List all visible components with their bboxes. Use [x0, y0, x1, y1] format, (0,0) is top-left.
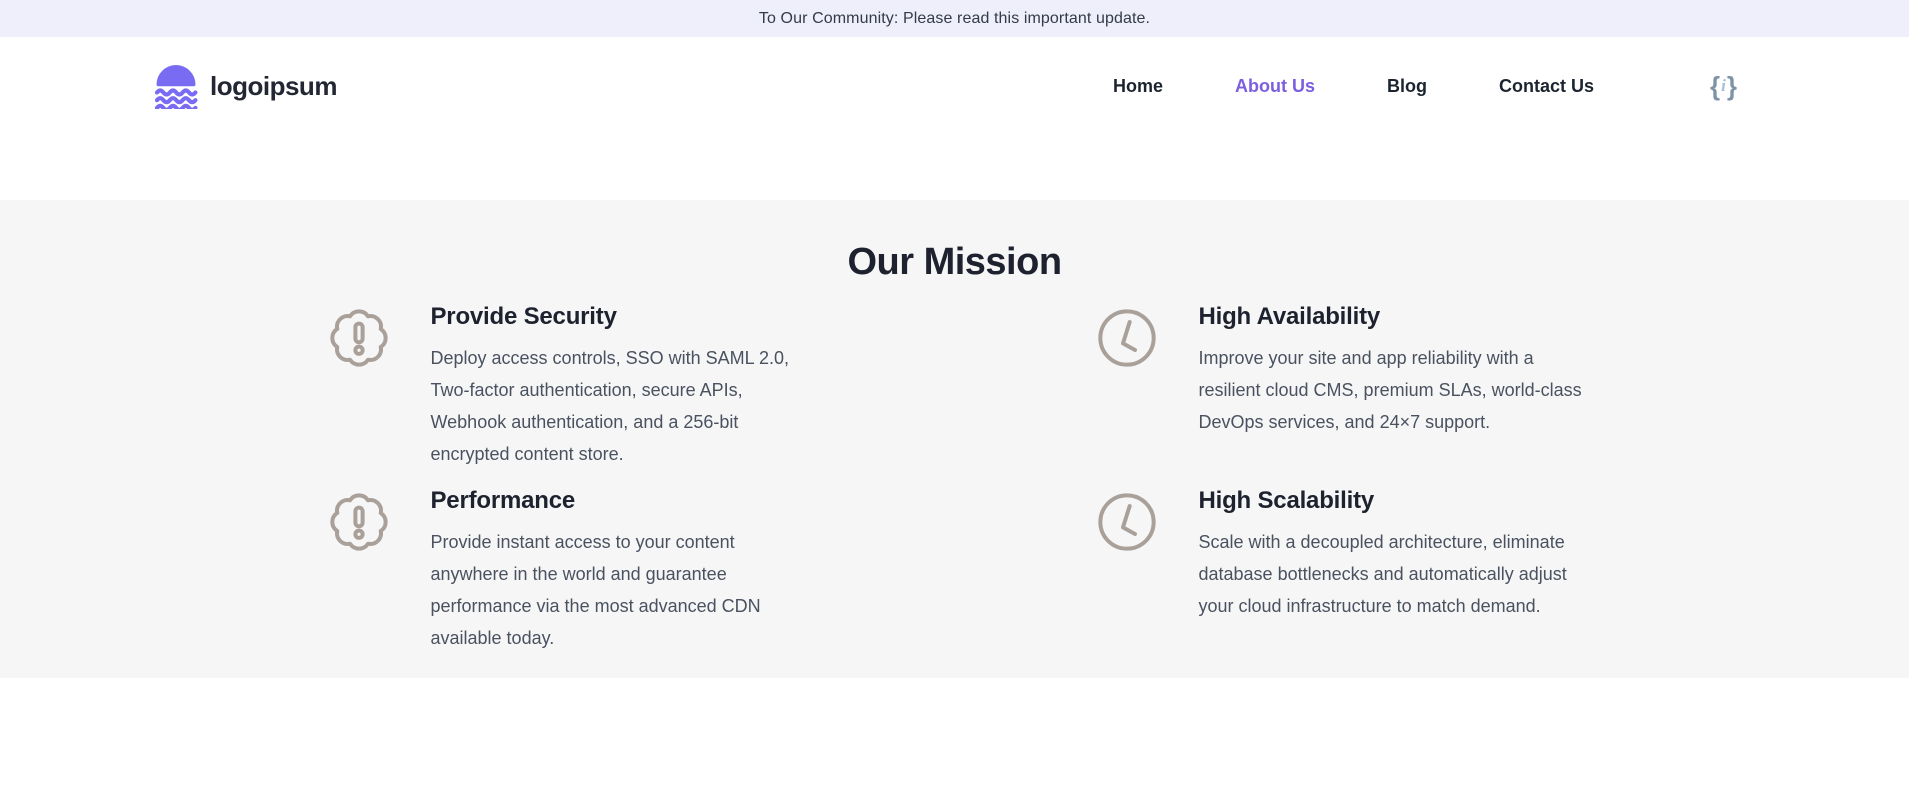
- banner-text: To Our Community: Please read this impor…: [758, 9, 1151, 27]
- feature-title: High Scalability: [1198, 487, 1375, 514]
- feature-title: Provide Security: [430, 303, 617, 330]
- feature-description: Deploy access controls, SSO with SAML 2.…: [430, 348, 789, 464]
- feature-title: High Availability: [1198, 303, 1381, 330]
- features-grid: Provide Security Deploy access controls,…: [327, 302, 1583, 654]
- badge-alert-icon: [327, 306, 391, 370]
- section-title: Our Mission: [847, 241, 1062, 283]
- mission-section: Our Mission Provide Security Deploy acce…: [0, 200, 1909, 678]
- badge-alert-icon: [327, 490, 391, 554]
- feature-description: Improve your site and app reliability wi…: [1198, 348, 1582, 432]
- clock-icon: [1095, 490, 1159, 554]
- logo-mark-icon: [154, 65, 198, 109]
- site-header: logoipsum Home About Us Blog Contact Us {i}: [0, 37, 1909, 200]
- feature-item: High Scalability Scale with a decoupled …: [1095, 486, 1583, 654]
- nav-item-blog[interactable]: Blog: [1387, 76, 1427, 97]
- feature-description: Provide instant access to your content a…: [430, 532, 761, 648]
- feature-item: Performance Provide instant access to yo…: [327, 486, 815, 654]
- nav-item-contact-us[interactable]: Contact Us: [1499, 76, 1594, 97]
- nav-item-home[interactable]: Home: [1113, 76, 1163, 97]
- announcement-banner[interactable]: To Our Community: Please read this impor…: [0, 0, 1909, 37]
- main-nav: Home About Us Blog Contact Us {i}: [1113, 73, 1737, 99]
- logo-text: logoipsum: [210, 70, 337, 101]
- feature-item: High Availability Improve your site and …: [1095, 302, 1583, 470]
- code-braces-icon[interactable]: {i}: [1710, 73, 1737, 99]
- logo[interactable]: logoipsum: [152, 63, 337, 109]
- clock-icon: [1095, 306, 1159, 370]
- feature-title: Performance: [430, 487, 576, 514]
- nav-item-about-us[interactable]: About Us: [1235, 76, 1315, 97]
- feature-item: Provide Security Deploy access controls,…: [327, 302, 815, 470]
- feature-description: Scale with a decoupled architecture, eli…: [1198, 532, 1567, 616]
